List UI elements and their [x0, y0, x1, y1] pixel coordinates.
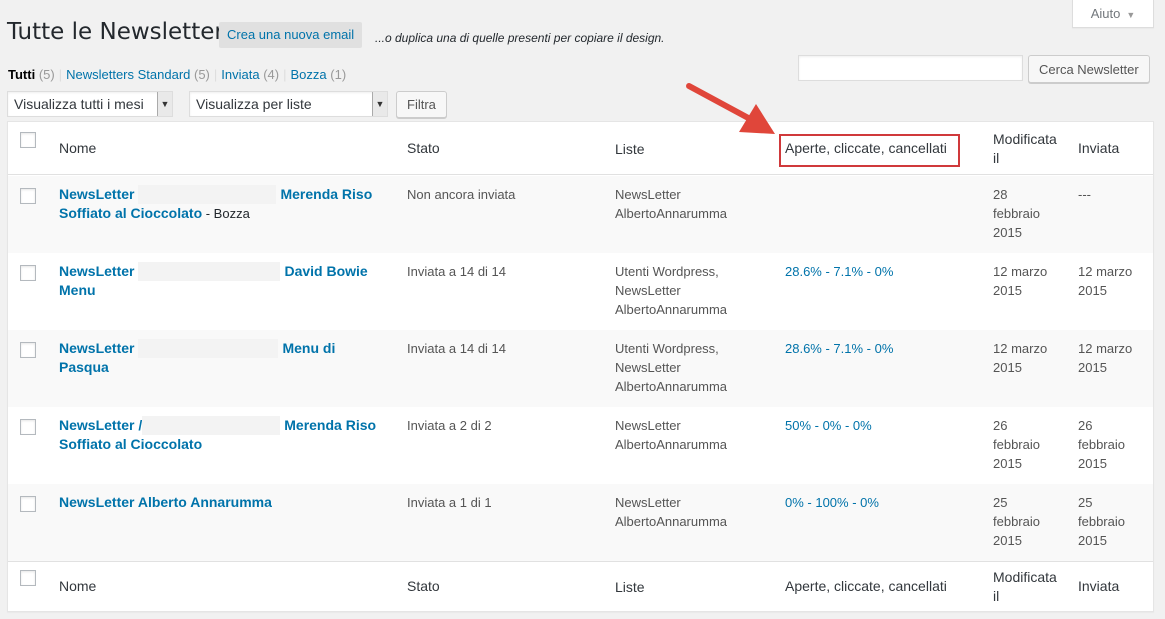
newsletter-title-link[interactable]: NewsLetter Menu di Pasqua — [59, 339, 335, 375]
redacted-block — [138, 262, 281, 281]
row-checkbox[interactable] — [20, 342, 36, 358]
col-header-sent[interactable]: Inviata — [1078, 139, 1148, 158]
lists-text: NewsLetter AlbertoAnnarumma — [615, 418, 727, 452]
view-standard-link[interactable]: Newsletters Standard — [66, 67, 190, 82]
newsletter-name: NewsLetter Menu di Pasqua — [59, 339, 389, 377]
status-text: Inviata a 1 di 1 — [407, 495, 492, 510]
sent-date: 12 marzo 2015 — [1078, 341, 1133, 375]
select-all-checkbox-footer[interactable] — [20, 570, 36, 586]
modified-date: 12 marzo 2015 — [993, 341, 1048, 375]
modified-date: 28 febbraio 2015 — [993, 187, 1040, 240]
redacted-block — [138, 339, 279, 358]
col-header-lists: Liste — [615, 141, 645, 157]
redacted-block — [142, 416, 281, 435]
lists-select[interactable]: Visualizza per liste ▼ — [189, 91, 388, 117]
view-all-link[interactable]: Tutti — [8, 67, 35, 82]
sent-date: 12 marzo 2015 — [1078, 264, 1133, 298]
col-footer-name[interactable]: Nome — [59, 577, 389, 596]
col-header-status[interactable]: Stato — [407, 139, 607, 158]
table-header: Nome Stato Liste Aperte, cliccate, cance… — [8, 122, 1153, 175]
annotation-arrow-icon — [686, 83, 775, 134]
months-select[interactable]: Visualizza tutti i mesi ▼ — [7, 91, 173, 117]
col-footer-modified[interactable]: Modificata il — [993, 568, 1063, 606]
col-footer-lists: Liste — [615, 579, 645, 595]
view-sent-count: (4) — [263, 67, 280, 82]
lists-text: NewsLetter AlbertoAnnarumma — [615, 187, 727, 221]
stats-link[interactable]: 28.6% - 7.1% - 0% — [785, 339, 975, 358]
lists-text: Utenti Wordpress, NewsLetter AlbertoAnnaru… — [615, 264, 727, 317]
view-all-count: (5) — [38, 67, 55, 82]
lists-text: NewsLetter AlbertoAnnarumma — [615, 495, 727, 529]
col-footer-status[interactable]: Stato — [407, 577, 607, 596]
status-text: Non ancora inviata — [407, 187, 516, 202]
newsletter-table: Nome Stato Liste Aperte, cliccate, cance… — [7, 121, 1154, 612]
table-row: NewsLetter Merenda Riso Soffiato al Ciocc… — [8, 176, 1153, 253]
col-header-modified[interactable]: Modificata il — [993, 130, 1063, 168]
status-text: Inviata a 2 di 2 — [407, 418, 492, 433]
newsletter-title-link[interactable]: NewsLetter David Bowie Menu — [59, 262, 368, 298]
table-row: NewsLetter Menu di Pasqua Inviata a 14 di … — [8, 330, 1153, 407]
modified-date: 26 febbraio 2015 — [993, 418, 1040, 471]
chevron-down-icon: ▼ — [372, 92, 387, 116]
caret-down-icon: ▼ — [1126, 10, 1136, 20]
newsletter-name: NewsLetter David Bowie Menu — [59, 262, 389, 300]
highlight-box — [779, 134, 960, 167]
help-tab[interactable]: Aiuto ▼ — [1072, 0, 1154, 28]
view-draft-count: (1) — [330, 67, 347, 82]
row-checkbox[interactable] — [20, 419, 36, 435]
stats-link[interactable]: 50% - 0% - 0% — [785, 416, 975, 435]
view-standard-count: (5) — [194, 67, 210, 82]
table-row: NewsLetter Alberto Annarumma Inviata a 1… — [8, 484, 1153, 561]
sent-date: 26 febbraio 2015 — [1078, 418, 1125, 471]
select-all-checkbox[interactable] — [20, 132, 36, 148]
redacted-block — [138, 185, 277, 204]
status-text: Inviata a 14 di 14 — [407, 264, 507, 279]
newsletter-name: NewsLetter / Merenda Riso Soffiato al Cio… — [59, 416, 389, 454]
modified-date: 12 marzo 2015 — [993, 264, 1048, 298]
duplicate-hint: ...o duplica una di quelle presenti per … — [375, 31, 665, 45]
search-button[interactable]: Cerca Newsletter — [1028, 55, 1150, 83]
help-tab-label: Aiuto — [1090, 6, 1121, 21]
row-checkbox[interactable] — [20, 265, 36, 281]
sent-date: --- — [1078, 187, 1091, 202]
chevron-down-icon: ▼ — [157, 92, 172, 116]
newsletter-title-link[interactable]: NewsLetter Alberto Annarumma — [59, 494, 272, 510]
col-footer-sent[interactable]: Inviata — [1078, 577, 1148, 596]
sent-date: 25 febbraio 2015 — [1078, 495, 1125, 548]
newsletter-name: NewsLetter Merenda Riso Soffiato al Ciocc… — [59, 185, 389, 223]
stats-link[interactable]: 28.6% - 7.1% - 0% — [785, 262, 975, 281]
view-draft-link[interactable]: Bozza — [291, 67, 327, 82]
col-footer-stats: Aperte, cliccate, cancellati — [785, 578, 947, 594]
table-row: NewsLetter / Merenda Riso Soffiato al Cio… — [8, 407, 1153, 484]
col-header-name[interactable]: Nome — [59, 139, 389, 158]
filter-button[interactable]: Filtra — [396, 91, 447, 118]
lists-text: Utenti Wordpress, NewsLetter AlbertoAnnaru… — [615, 341, 727, 394]
search-input[interactable] — [798, 55, 1023, 81]
page-title: Tutte le Newsletter — [7, 19, 224, 45]
status-text: Inviata a 14 di 14 — [407, 341, 507, 356]
new-email-button[interactable]: Crea una nuova email — [219, 22, 363, 48]
months-select-value: Visualizza tutti i mesi — [14, 96, 144, 112]
draft-label: - Bozza — [202, 206, 250, 221]
stats-link[interactable]: 0% - 100% - 0% — [785, 493, 975, 512]
row-checkbox[interactable] — [20, 188, 36, 204]
view-filters: Tutti (5) | Newsletters Standard (5) | Invia… — [8, 67, 347, 82]
newsletter-name: NewsLetter Alberto Annarumma — [59, 493, 389, 512]
newsletter-title-link[interactable]: NewsLetter / Merenda Riso Soffiato al Cio… — [59, 416, 376, 452]
lists-select-value: Visualizza per liste — [196, 96, 312, 112]
modified-date: 25 febbraio 2015 — [993, 495, 1040, 548]
view-sent-link[interactable]: Inviata — [221, 67, 259, 82]
table-footer: Nome Stato Liste Aperte, cliccate, cance… — [8, 561, 1153, 612]
row-checkbox[interactable] — [20, 496, 36, 512]
table-row: NewsLetter David Bowie Menu Inviata a 14 d… — [8, 253, 1153, 330]
